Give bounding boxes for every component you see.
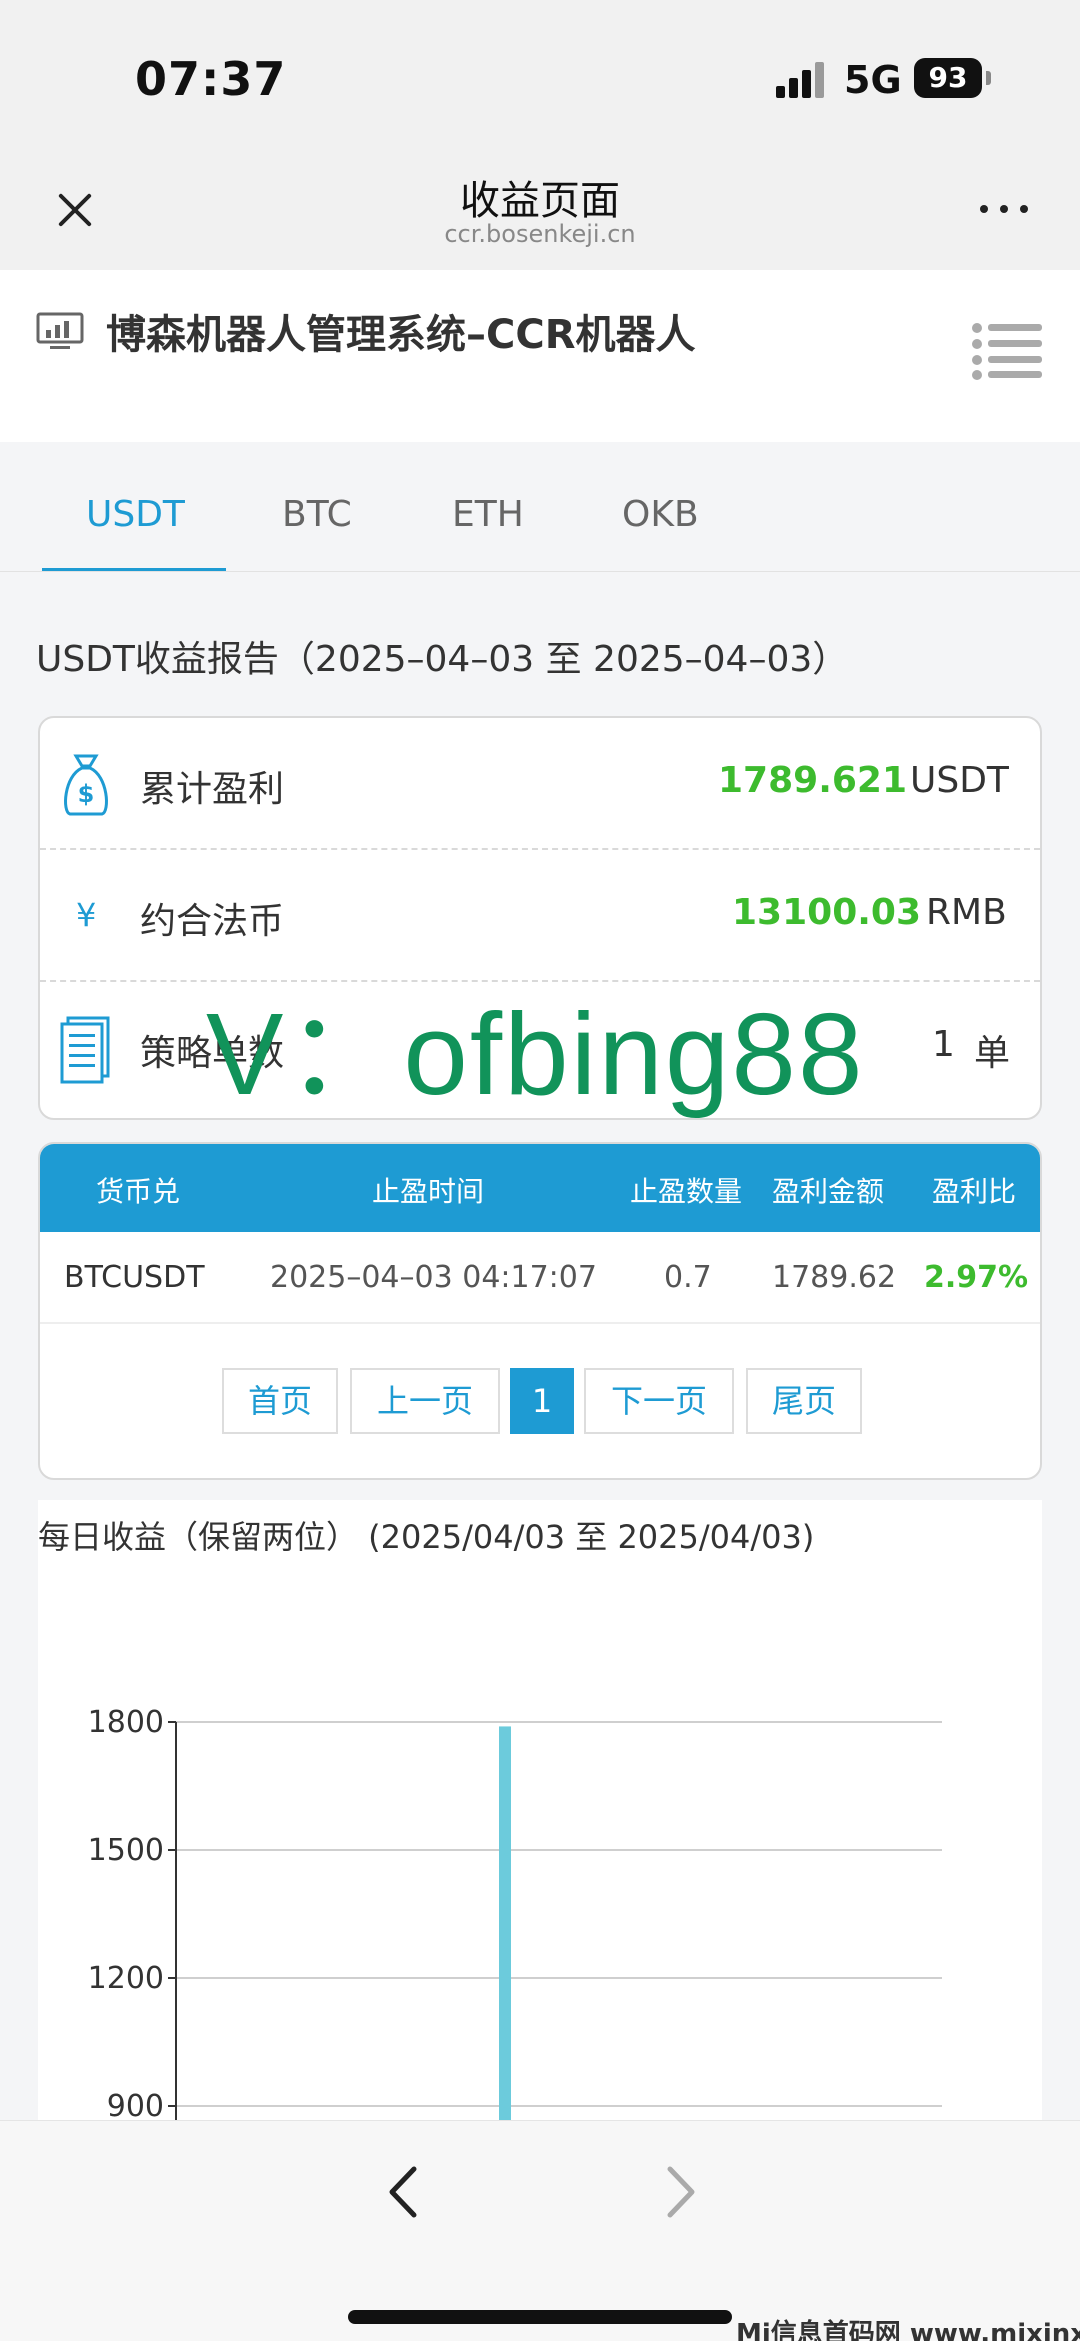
tab-usdt[interactable]: USDT: [86, 494, 185, 535]
orders-unit: 单: [974, 1033, 1011, 1074]
table-header: 货币兑 止盈时间 止盈数量 盈利金额 盈利比: [40, 1144, 1040, 1232]
col-header-time: 止盈时间: [372, 1175, 485, 1208]
cell-time: 2025–04–03 04:17:07: [270, 1260, 597, 1295]
battery-tip: [986, 71, 991, 85]
total-profit-unit: USDT: [910, 760, 1009, 801]
fiat-unit: RMB: [926, 892, 1007, 933]
page-url: ccr.bosenkeji.cn: [444, 220, 636, 248]
pager-next-button[interactable]: 下一页: [584, 1368, 734, 1434]
col-header-ratio: 盈利比: [932, 1175, 1017, 1208]
active-tab-indicator: [42, 568, 226, 572]
y-tick-label: 1800: [88, 1705, 164, 1740]
cell-pair: BTCUSDT: [64, 1260, 205, 1295]
menu-list-icon[interactable]: [972, 322, 1042, 380]
orders-value: 1: [932, 1024, 955, 1065]
daily-profit-chart: 每日收益（保留两位） (2025/04/03 至 2025/04/03) 900…: [38, 1500, 1042, 2150]
cell-amount: 1789.62: [772, 1260, 897, 1295]
y-tick-label: 1500: [88, 1833, 164, 1868]
table-row: BTCUSDT 2025–04–03 04:17:07 0.7 1789.62 …: [40, 1232, 1040, 1324]
site-header: 博森机器人管理系统–CCR机器人: [0, 270, 1080, 442]
network-type: 5G: [844, 58, 902, 102]
chevron-left-icon[interactable]: [378, 2157, 428, 2227]
pager-prev-button[interactable]: 上一页: [350, 1368, 500, 1434]
cell-qty: 0.7: [664, 1260, 712, 1295]
svg-text:$: $: [78, 780, 95, 808]
tab-btc[interactable]: BTC: [282, 494, 352, 535]
yen-icon: ¥: [76, 896, 97, 934]
y-tick-label: 900: [107, 2089, 164, 2124]
total-profit-row: $ 累计盈利 1789.621 USDT: [40, 718, 1040, 850]
site-watermark: Mi信息首码网 www.mixinxi.com: [736, 2319, 1080, 2341]
pager-last-button[interactable]: 尾页: [746, 1368, 862, 1434]
document-icon: [60, 1016, 110, 1084]
total-profit-value: 1789.621: [718, 760, 908, 801]
pager-current-page[interactable]: 1: [510, 1368, 574, 1434]
page-title: 收益页面: [460, 178, 620, 224]
report-title: USDT收益报告（2025–04–03 至 2025–04–03）: [36, 639, 849, 680]
chevron-right-icon[interactable]: [656, 2157, 706, 2227]
status-time: 07:37: [135, 52, 287, 106]
chart-plot: 900 1200 1500 1800: [88, 1705, 942, 2150]
browser-bottom-bar: [0, 2120, 1080, 2341]
col-header-qty: 止盈数量: [630, 1175, 743, 1208]
total-profit-label: 累计盈利: [140, 769, 285, 810]
fiat-label: 约合法币: [140, 901, 285, 942]
site-title: 博森机器人管理系统–CCR机器人: [106, 312, 696, 358]
chart-bar[interactable]: [499, 1726, 511, 2150]
col-header-pair: 货币兑: [96, 1175, 181, 1208]
status-bar: 07:37 5G 93: [0, 0, 1080, 150]
money-bag-icon: $: [64, 754, 108, 816]
more-icon[interactable]: [980, 202, 1030, 216]
watermark-overlay: V：ofbing88: [206, 989, 865, 1119]
signal-icon: [776, 62, 826, 98]
y-tick-label: 1200: [88, 1961, 164, 1996]
tab-eth[interactable]: ETH: [452, 494, 524, 535]
browser-nav-bar: 收益页面 ccr.bosenkeji.cn: [0, 150, 1080, 270]
profit-table: 货币兑 止盈时间 止盈数量 盈利金额 盈利比 BTCUSDT 2025–04–0…: [38, 1142, 1042, 1480]
battery-icon: 93: [914, 58, 982, 98]
tab-okb[interactable]: OKB: [622, 494, 699, 535]
monitor-chart-icon: [36, 312, 84, 349]
currency-tabs: USDT BTC ETH OKB: [0, 442, 1080, 572]
page: 07:37 5G 93 收益页面 ccr.bosenkeji.cn 博森机器人管…: [0, 0, 1080, 2341]
home-indicator: [348, 2310, 732, 2324]
col-header-amount: 盈利金额: [772, 1175, 885, 1208]
fiat-value: 13100.03: [732, 892, 922, 933]
cell-ratio: 2.97%: [924, 1260, 1029, 1295]
pager-first-button[interactable]: 首页: [222, 1368, 338, 1434]
